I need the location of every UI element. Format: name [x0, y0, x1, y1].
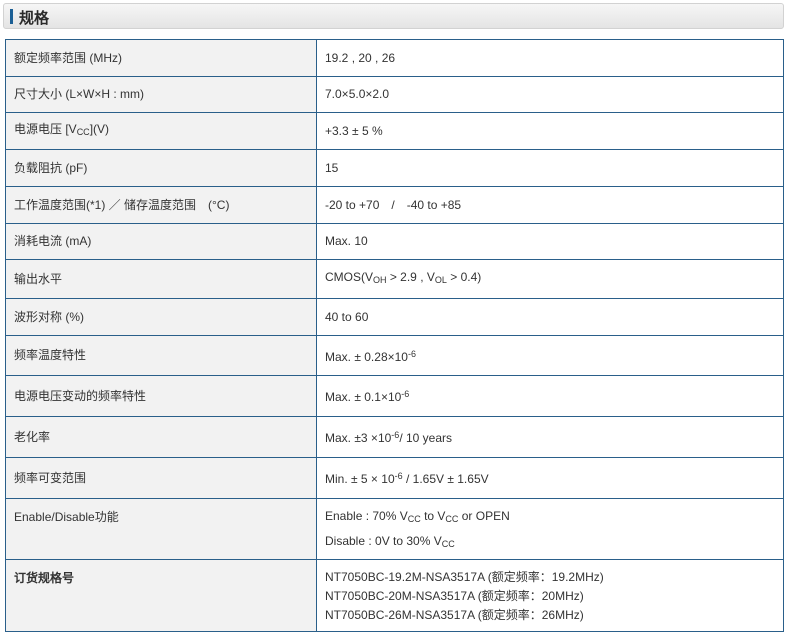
row-value: Max. ± 0.1×10-6: [316, 375, 784, 417]
table-row: 尺寸大小 (L×W×H : mm) 7.0×5.0×2.0: [5, 76, 784, 113]
order-number: NT7050BC-19.2M-NSA3517A (额定频率：19.2MHz): [325, 570, 604, 584]
row-label: 尺寸大小 (L×W×H : mm): [5, 76, 317, 113]
row-label: 消耗电流 (mA): [5, 223, 317, 260]
row-value: -20 to +70 / -40 to +85: [316, 186, 784, 224]
section-header-accent-bar: [10, 9, 13, 24]
row-label: 频率温度特性: [5, 335, 317, 376]
table-row: 额定频率范围 (MHz) 19.2 , 20 , 26: [5, 39, 784, 77]
row-label: 订货规格号: [5, 559, 317, 632]
row-label: 负载阻抗 (pF): [5, 149, 317, 187]
order-number: NT7050BC-20M-NSA3517A (额定频率：20MHz): [325, 589, 584, 603]
row-value: CMOS(VOH > 2.9 , VOL > 0.4): [316, 259, 784, 299]
row-value: 15: [316, 149, 784, 187]
row-label: 输出水平: [5, 259, 317, 299]
table-row: 老化率 Max. ±3 ×10-6/ 10 years: [5, 416, 784, 458]
table-row: 订货规格号 NT7050BC-19.2M-NSA3517A (额定频率：19.2…: [5, 559, 784, 632]
disable-line: Disable : 0V to 30% VCC: [325, 534, 455, 549]
row-label: 频率可变范围: [5, 457, 317, 499]
row-value: Enable : 70% VCC to VCC or OPEN Disable …: [316, 498, 784, 560]
spec-table: 额定频率范围 (MHz) 19.2 , 20 , 26 尺寸大小 (L×W×H …: [5, 39, 784, 632]
table-row: 工作温度范围(*1) ／ 储存温度范围 (°C) -20 to +70 / -4…: [5, 186, 784, 224]
table-row: 负载阻抗 (pF) 15: [5, 149, 784, 187]
table-row: 电源电压变动的频率特性 Max. ± 0.1×10-6: [5, 375, 784, 417]
row-label: 电源电压变动的频率特性: [5, 375, 317, 417]
table-row: 频率温度特性 Max. ± 0.28×10-6: [5, 335, 784, 376]
row-label: 电源电压 [VCC](V): [5, 112, 317, 150]
row-value: Max. ±3 ×10-6/ 10 years: [316, 416, 784, 458]
order-number: NT7050BC-26M-NSA3517A (额定频率：26MHz): [325, 608, 584, 622]
table-row: 波形对称 (%) 40 to 60: [5, 298, 784, 336]
row-value: 40 to 60: [316, 298, 784, 336]
table-row: Enable/Disable功能 Enable : 70% VCC to VCC…: [5, 498, 784, 560]
row-label: Enable/Disable功能: [5, 498, 317, 560]
row-label: 工作温度范围(*1) ／ 储存温度范围 (°C): [5, 186, 317, 224]
table-row: 输出水平 CMOS(VOH > 2.9 , VOL > 0.4): [5, 259, 784, 299]
section-header: 规格: [3, 3, 784, 29]
row-value: 19.2 , 20 , 26: [316, 39, 784, 77]
section-title: 规格: [19, 10, 50, 27]
table-row: 电源电压 [VCC](V) +3.3 ± 5 %: [5, 112, 784, 150]
row-value: Max. ± 0.28×10-6: [316, 335, 784, 376]
enable-line: Enable : 70% VCC to VCC or OPEN: [325, 509, 510, 524]
row-value: Max. 10: [316, 223, 784, 260]
row-value: Min. ± 5 × 10-6 / 1.65V ± 1.65V: [316, 457, 784, 499]
row-label: 额定频率范围 (MHz): [5, 39, 317, 77]
table-row: 消耗电流 (mA) Max. 10: [5, 223, 784, 260]
row-value: 7.0×5.0×2.0: [316, 76, 784, 113]
row-value: +3.3 ± 5 %: [316, 112, 784, 150]
row-label: 波形对称 (%): [5, 298, 317, 336]
row-label: 老化率: [5, 416, 317, 458]
table-row: 频率可变范围 Min. ± 5 × 10-6 / 1.65V ± 1.65V: [5, 457, 784, 499]
row-value: NT7050BC-19.2M-NSA3517A (额定频率：19.2MHz) N…: [316, 559, 784, 632]
